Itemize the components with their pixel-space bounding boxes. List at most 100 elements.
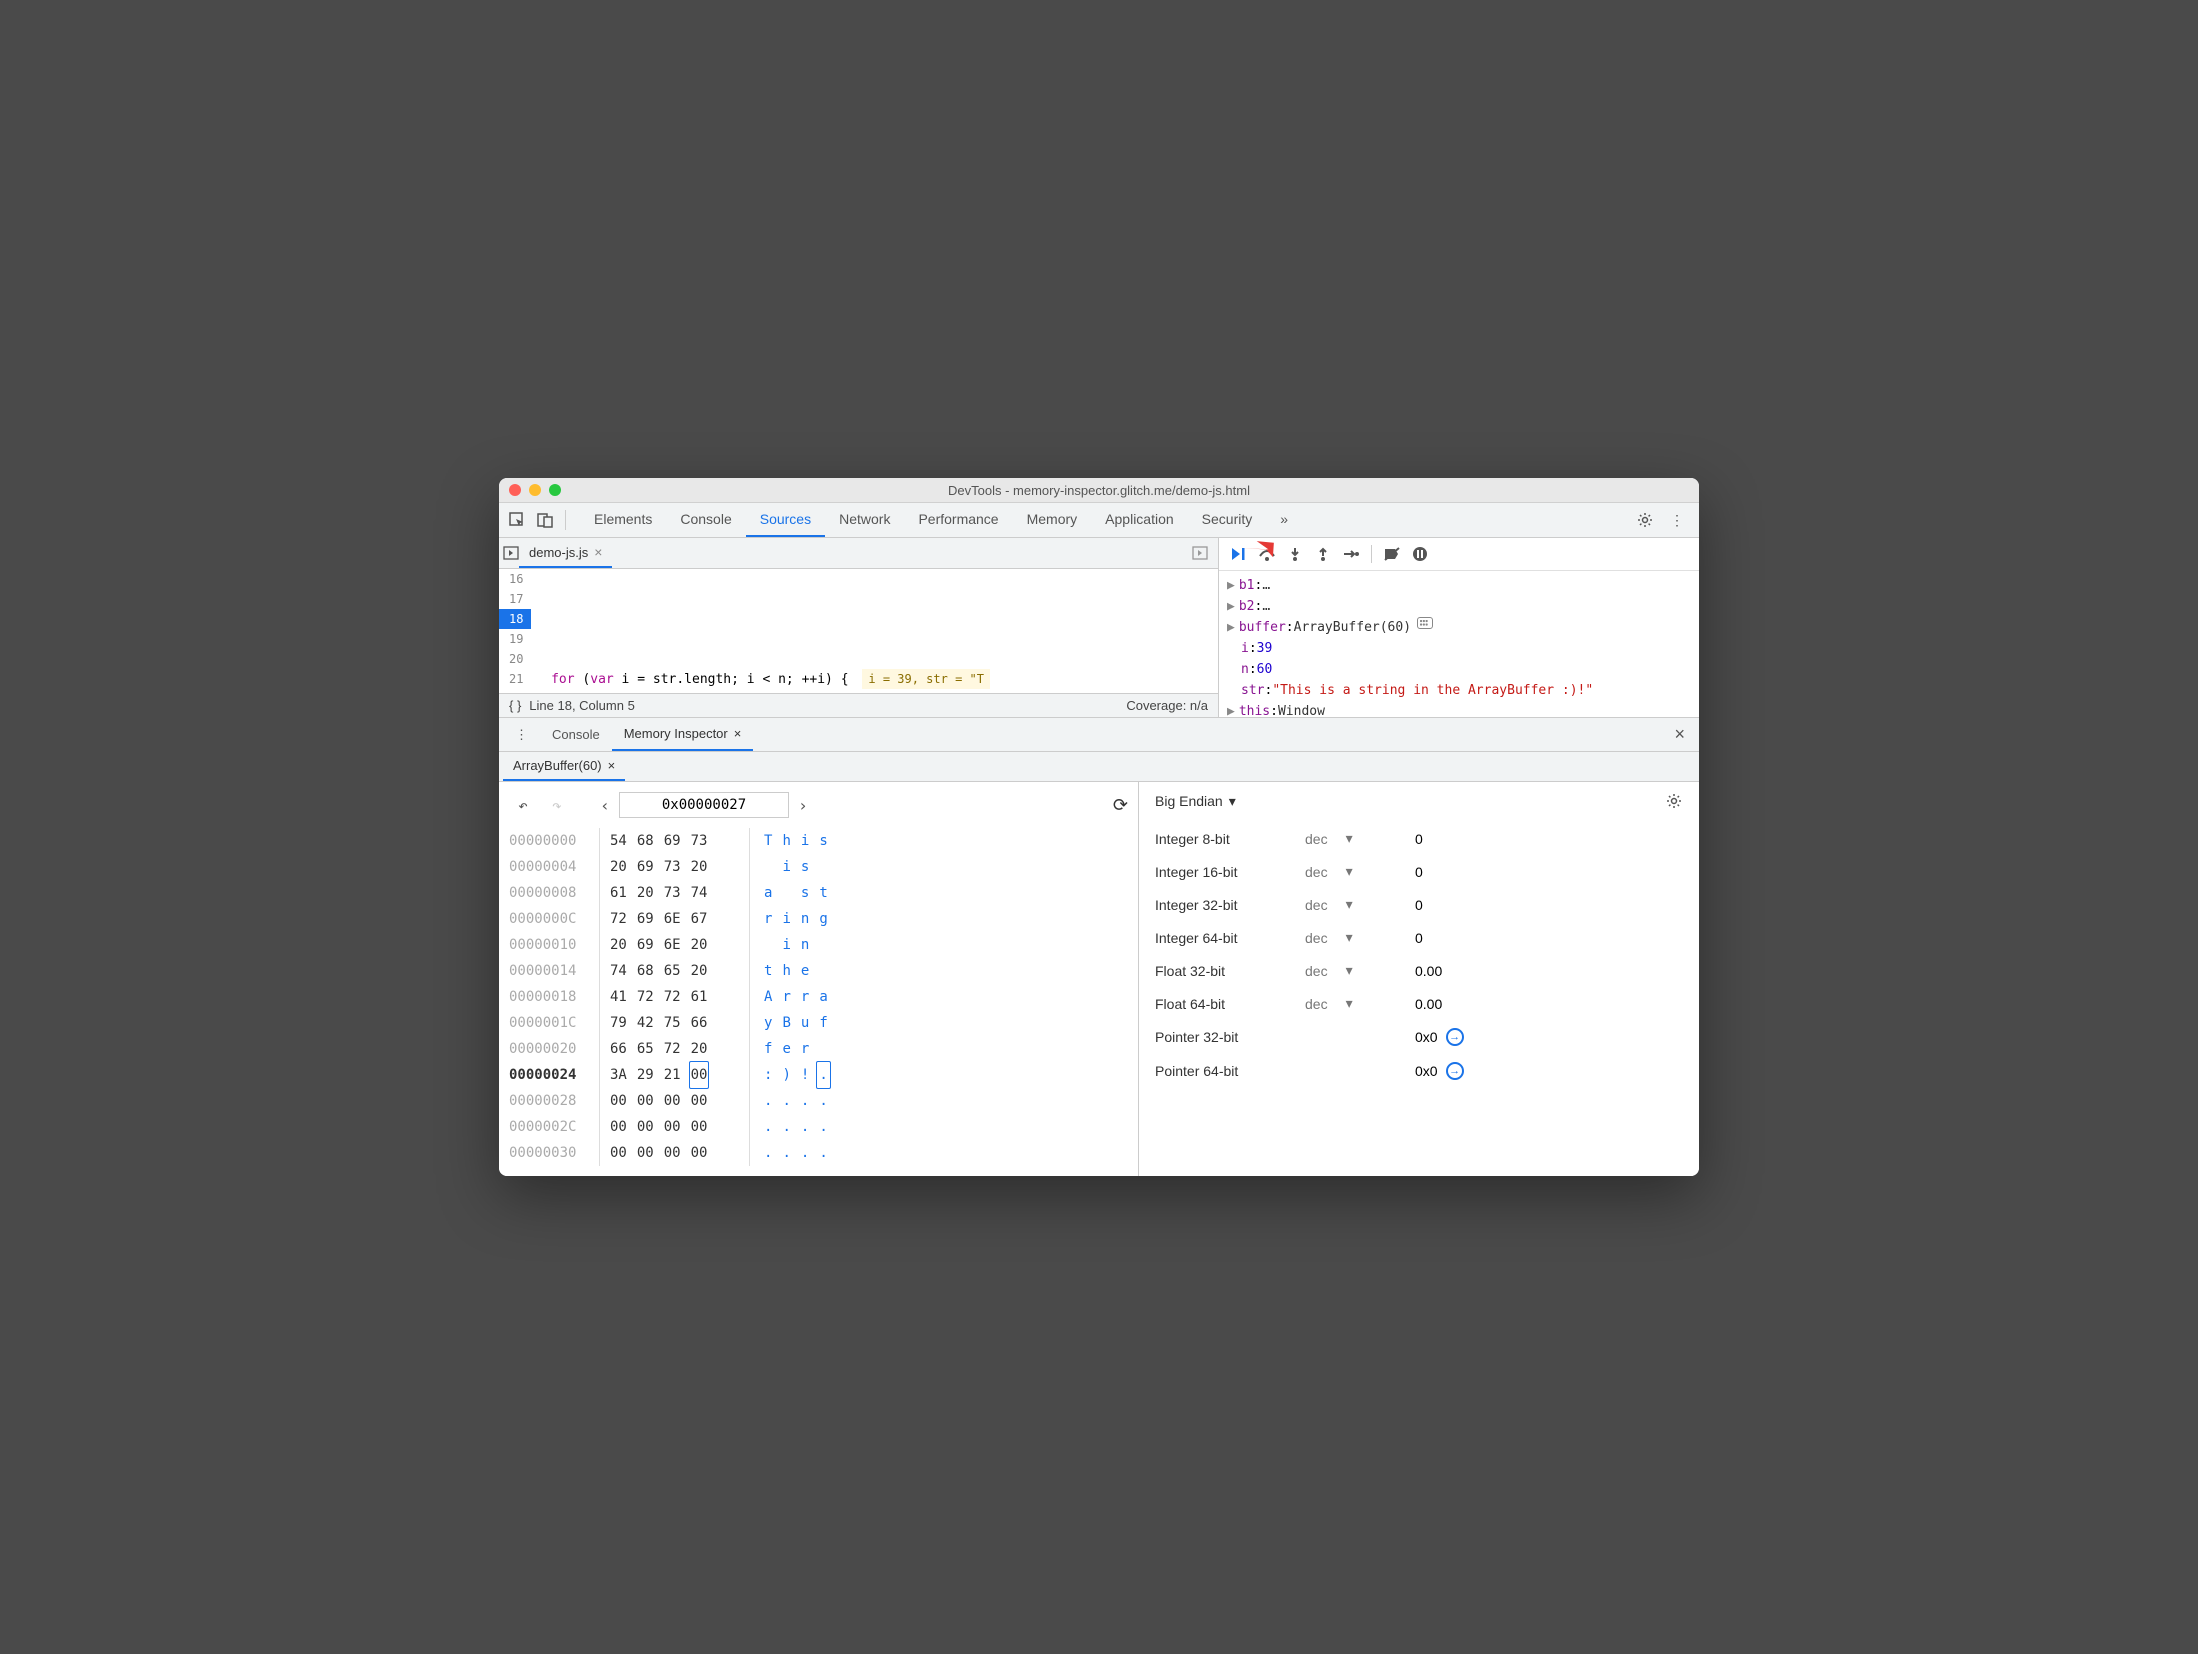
deactivate-breakpoints-button[interactable]	[1378, 542, 1406, 566]
chevron-down-icon: ▾	[1346, 896, 1353, 913]
file-tab-demo-js[interactable]: demo-js.js ×	[519, 538, 612, 568]
settings-icon[interactable]	[1631, 506, 1659, 534]
close-drawer-button[interactable]: ×	[1664, 724, 1695, 745]
hex-bytes[interactable]: 41727261	[599, 984, 749, 1010]
close-icon[interactable]: ×	[734, 726, 742, 741]
jump-to-address-icon[interactable]: →	[1446, 1062, 1464, 1080]
hex-bytes[interactable]: 00000000	[599, 1114, 749, 1140]
hex-ascii[interactable]: a st	[749, 880, 849, 906]
value-value: 0x0→	[1415, 1028, 1464, 1046]
hex-ascii[interactable]: ....	[749, 1140, 849, 1166]
hex-table[interactable]: 0000000054686973This0000000420697320 is …	[509, 828, 1128, 1166]
hex-panel: ↶ ↷ ‹ › ⟳ 0000000054686973This0000000420…	[499, 782, 1139, 1176]
drawer-more-icon[interactable]: ⋮	[503, 719, 540, 751]
hex-address: 00000008	[509, 880, 599, 906]
hex-bytes[interactable]: 20697320	[599, 854, 749, 880]
pause-exceptions-button[interactable]	[1406, 542, 1434, 566]
value-format-select[interactable]: dec▾	[1305, 962, 1415, 979]
value-row: Integer 16-bitdec▾0	[1155, 855, 1683, 888]
hex-ascii[interactable]: yBuf	[749, 1010, 849, 1036]
hex-bytes[interactable]: 74686520	[599, 958, 749, 984]
value-type: Float 64-bit	[1155, 996, 1305, 1012]
hex-ascii[interactable]: Arra	[749, 984, 849, 1010]
hex-ascii[interactable]: ....	[749, 1088, 849, 1114]
hex-ascii[interactable]: the	[749, 958, 849, 984]
reveal-in-memory-icon[interactable]	[1417, 617, 1433, 629]
step-over-button[interactable]	[1253, 542, 1281, 566]
hex-address: 00000028	[509, 1088, 599, 1114]
tab-memory[interactable]: Memory	[1013, 503, 1092, 537]
pretty-print-icon[interactable]: { }	[509, 698, 521, 713]
tab-sources[interactable]: Sources	[746, 503, 825, 537]
values-settings-icon[interactable]	[1665, 792, 1683, 810]
resume-button[interactable]	[1225, 542, 1253, 566]
value-format-select[interactable]: dec▾	[1305, 830, 1415, 847]
hex-bytes[interactable]: 00000000	[599, 1088, 749, 1114]
value-format-select[interactable]: dec▾	[1305, 995, 1415, 1012]
hex-bytes[interactable]: 79427566	[599, 1010, 749, 1036]
mi-tab-arraybuffer[interactable]: ArrayBuffer(60) ×	[503, 752, 625, 781]
tab-console[interactable]: Console	[666, 503, 745, 537]
redo-icon[interactable]: ↷	[543, 796, 571, 815]
more-icon[interactable]: ⋮	[1663, 506, 1691, 534]
hex-bytes[interactable]: 3A292100	[599, 1062, 749, 1088]
code-area[interactable]: 16 17 18 19 20 21 22 for (var i = str.le…	[499, 569, 1218, 693]
hex-address: 0000002C	[509, 1114, 599, 1140]
value-format-select[interactable]: dec▾	[1305, 929, 1415, 946]
devtools-window: DevTools - memory-inspector.glitch.me/de…	[499, 478, 1699, 1176]
device-icon[interactable]	[531, 506, 559, 534]
value-type: Float 32-bit	[1155, 963, 1305, 979]
chevron-down-icon: ▾	[1346, 995, 1353, 1012]
close-icon[interactable]: ×	[594, 544, 602, 560]
prev-page-button[interactable]: ‹	[591, 796, 619, 815]
tab-security[interactable]: Security	[1188, 503, 1267, 537]
value-row: Integer 64-bitdec▾0	[1155, 921, 1683, 954]
scope-variables[interactable]: ▶b1: … ▶b2: … ▶buffer: ArrayBuffer(60) i…	[1219, 571, 1699, 717]
drawer-tab-memory-inspector[interactable]: Memory Inspector ×	[612, 718, 754, 751]
maximize-window[interactable]	[549, 484, 561, 496]
drawer-tab-console[interactable]: Console	[540, 719, 612, 750]
values-panel: Big Endian ▾ Integer 8-bitdec▾0Integer 1…	[1139, 782, 1699, 1176]
chevron-down-icon: ▾	[1346, 863, 1353, 880]
close-window[interactable]	[509, 484, 521, 496]
hex-ascii[interactable]: ....	[749, 1114, 849, 1140]
hex-ascii[interactable]: This	[749, 828, 849, 854]
hex-bytes[interactable]: 66657220	[599, 1036, 749, 1062]
tab-elements[interactable]: Elements	[580, 503, 666, 537]
tab-overflow[interactable]: »	[1266, 503, 1302, 537]
tab-application[interactable]: Application	[1091, 503, 1188, 537]
undo-icon[interactable]: ↶	[509, 796, 537, 815]
step-out-button[interactable]	[1309, 542, 1337, 566]
hex-address: 00000020	[509, 1036, 599, 1062]
snippets-icon[interactable]	[1192, 545, 1214, 561]
main-tabs-row: Elements Console Sources Network Perform…	[499, 503, 1699, 538]
step-button[interactable]	[1337, 542, 1365, 566]
address-input[interactable]	[619, 792, 789, 818]
hex-ascii[interactable]: is	[749, 854, 849, 880]
close-icon[interactable]: ×	[608, 758, 616, 773]
navigator-icon[interactable]	[503, 545, 519, 561]
hex-address: 00000010	[509, 932, 599, 958]
refresh-icon[interactable]: ⟳	[1113, 795, 1128, 816]
value-row: Pointer 64-bit0x0→	[1155, 1054, 1683, 1088]
next-page-button[interactable]: ›	[789, 796, 817, 815]
value-format-select[interactable]: dec▾	[1305, 896, 1415, 913]
tab-network[interactable]: Network	[825, 503, 904, 537]
hex-ascii[interactable]: in	[749, 932, 849, 958]
jump-to-address-icon[interactable]: →	[1446, 1028, 1464, 1046]
hex-bytes[interactable]: 61207374	[599, 880, 749, 906]
tab-performance[interactable]: Performance	[904, 503, 1012, 537]
hex-bytes[interactable]: 72696E67	[599, 906, 749, 932]
endian-select[interactable]: Big Endian ▾	[1155, 793, 1236, 810]
inspect-icon[interactable]	[503, 506, 531, 534]
minimize-window[interactable]	[529, 484, 541, 496]
value-format-select[interactable]: dec▾	[1305, 863, 1415, 880]
hex-ascii[interactable]: :)!.	[749, 1062, 849, 1088]
hex-ascii[interactable]: ring	[749, 906, 849, 932]
hex-bytes[interactable]: 20696E20	[599, 932, 749, 958]
hex-bytes[interactable]: 54686973	[599, 828, 749, 854]
step-into-button[interactable]	[1281, 542, 1309, 566]
hex-bytes[interactable]: 00000000	[599, 1140, 749, 1166]
hex-ascii[interactable]: fer	[749, 1036, 849, 1062]
value-row: Pointer 32-bit0x0→	[1155, 1020, 1683, 1054]
